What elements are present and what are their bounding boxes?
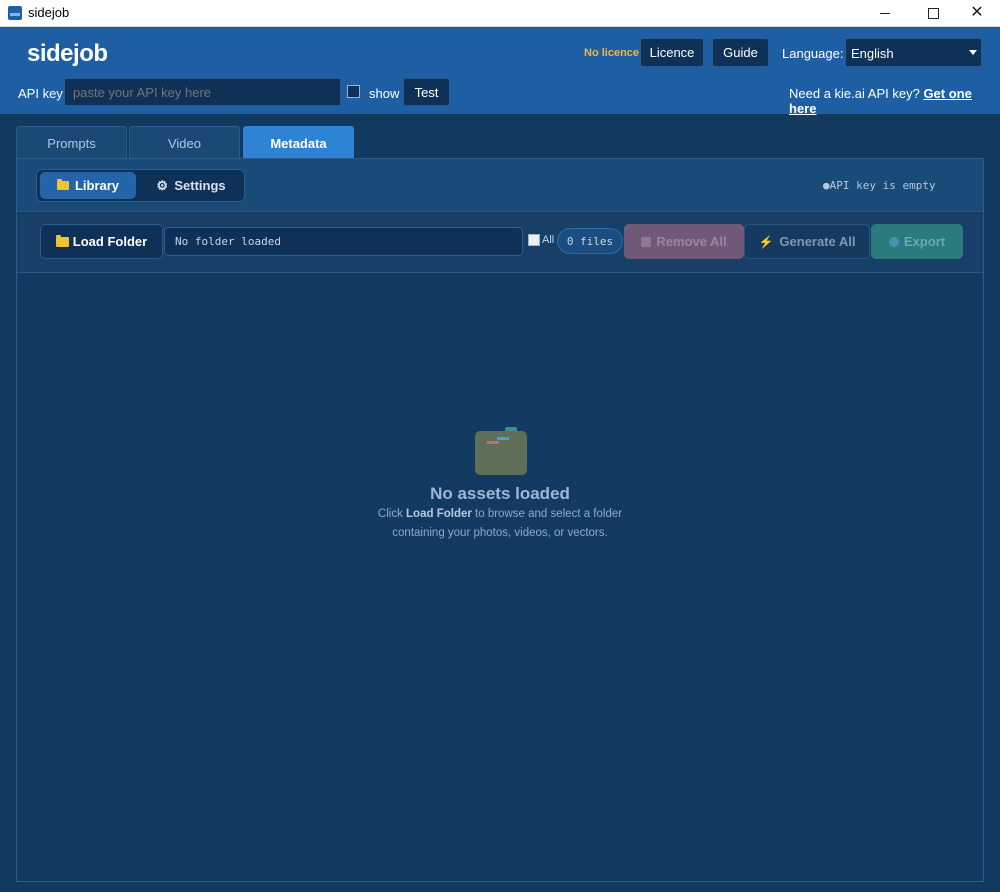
library-toolbar: Load Folder No folder loaded All 0 files… [17, 212, 983, 273]
generate-all-button[interactable]: ⚡ Generate All [744, 224, 870, 259]
api-key-label: API key: [18, 86, 67, 101]
lightning-icon: ⚡ [758, 234, 774, 249]
empty-folder-icon [475, 427, 527, 475]
maximize-icon [927, 7, 939, 19]
language-value: English [851, 46, 894, 61]
chevron-down-icon [969, 50, 977, 55]
api-key-input[interactable] [64, 78, 341, 106]
window-title: sidejob [28, 5, 70, 20]
export-label: Export [903, 234, 946, 249]
empty-desc-post: to browse and select a folder [471, 508, 623, 520]
language-label: Language: [782, 46, 844, 61]
close-icon: ✕ [970, 4, 984, 21]
sub-tab-group: Library ⚙ Settings [36, 169, 245, 202]
files-count-badge: 0 files [557, 228, 623, 254]
guide-button[interactable]: Guide [712, 38, 769, 67]
close-button[interactable]: ✕ [954, 0, 1000, 26]
remove-all-label: Remove All [656, 234, 727, 249]
load-folder-button[interactable]: Load Folder [40, 224, 163, 259]
maximize-button[interactable] [910, 0, 956, 26]
empty-state-title: No assets loaded [430, 484, 570, 503]
subtab-settings[interactable]: ⚙ Settings [141, 172, 241, 199]
subtab-library[interactable]: Library [40, 172, 136, 199]
tab-video[interactable]: Video [129, 126, 240, 159]
select-all-checkbox[interactable] [528, 234, 540, 246]
show-key-label: show [369, 86, 400, 101]
tab-metadata[interactable]: Metadata [243, 126, 354, 159]
licence-button[interactable]: Licence [640, 38, 704, 67]
folder-path-field: No folder loaded [164, 227, 523, 256]
licence-status: No licence [584, 47, 640, 59]
generate-all-label: Generate All [779, 234, 856, 249]
api-status-indicator: ●API key is empty [823, 179, 936, 192]
metadata-panel: Library ⚙ Settings ●API key is empty Loa… [16, 158, 984, 882]
empty-desc-line2: containing your photos, videos, or vecto… [392, 527, 608, 539]
test-button[interactable]: Test [403, 78, 450, 106]
load-folder-label: Load Folder [72, 234, 148, 249]
folder-icon [56, 179, 69, 190]
subtab-library-label: Library [74, 178, 120, 193]
app-logo: sidejob [27, 40, 108, 67]
main-tabs: Prompts Video Metadata [0, 114, 1000, 160]
export-icon [888, 236, 899, 247]
empty-desc-load-folder: Load Folder [406, 508, 472, 520]
remove-all-button[interactable]: Remove All [624, 224, 744, 259]
need-key-label: Need a kie.ai API key? [789, 86, 920, 101]
sub-tab-bar: Library ⚙ Settings ●API key is empty [17, 159, 983, 212]
empty-state-description: Click Load Folder to browse and select a… [17, 505, 983, 543]
export-button[interactable]: Export [871, 224, 963, 259]
subtab-settings-label: Settings [174, 178, 226, 193]
need-key-text: Need a kie.ai API key? Get one here [789, 86, 1000, 116]
select-all-label: All [542, 234, 555, 246]
gear-icon: ⚙ [156, 177, 168, 193]
folder-icon [55, 234, 69, 247]
tab-prompts[interactable]: Prompts [16, 126, 127, 159]
empty-desc-pre: Click [377, 508, 407, 520]
trash-icon [641, 236, 652, 247]
minimize-icon [880, 12, 890, 14]
minimize-button[interactable] [862, 0, 908, 26]
title-bar: sidejob ✕ [0, 0, 1000, 27]
language-select[interactable]: English [845, 38, 982, 67]
show-key-checkbox[interactable] [347, 85, 360, 98]
app-icon [8, 6, 22, 20]
